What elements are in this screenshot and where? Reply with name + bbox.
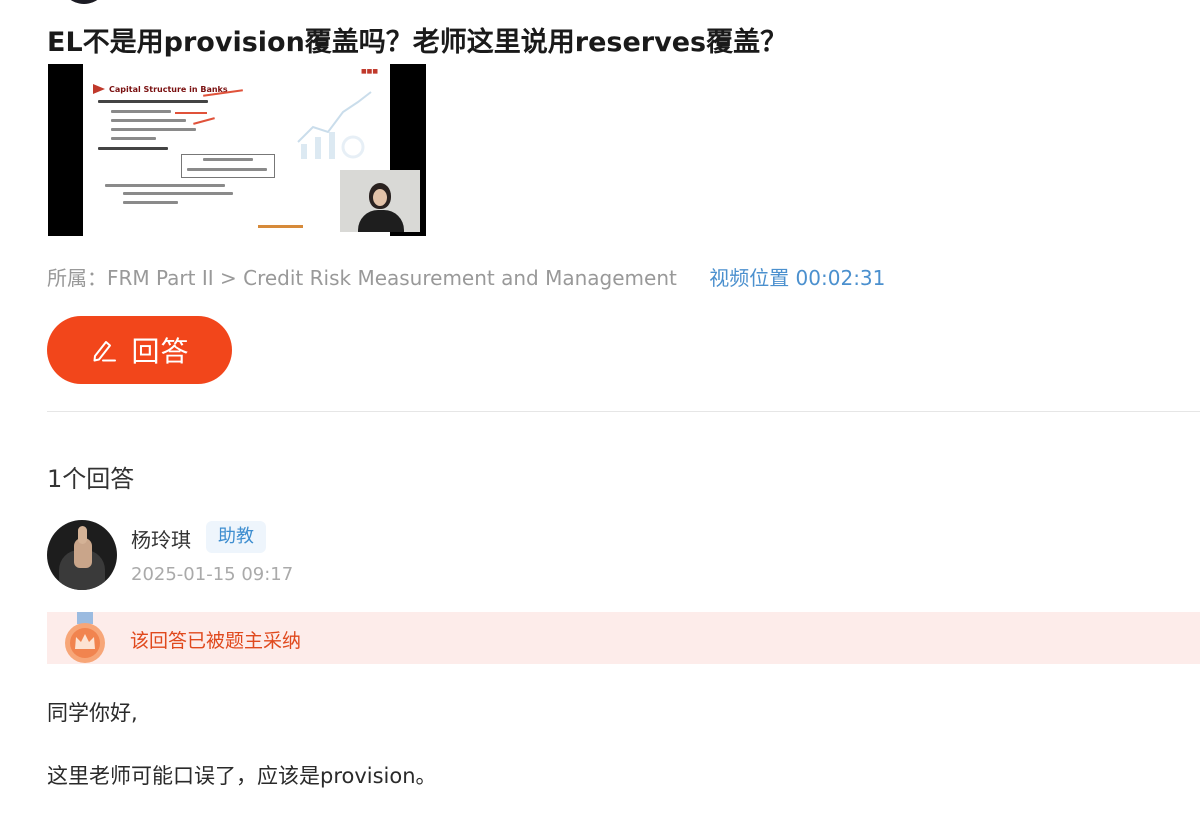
divider <box>47 411 1200 412</box>
avatar[interactable] <box>47 520 117 590</box>
slide-preview: Capital Structure in Banks ■■■ <box>83 64 420 236</box>
adopted-text: 该回答已被题主采纳 <box>130 630 302 652</box>
author-name[interactable]: 杨玲琪 <box>131 524 191 553</box>
slide-annotation <box>193 117 215 125</box>
question-meta: 所属：FRM Part II > Credit Risk Measurement… <box>47 262 885 291</box>
slide-text-line <box>105 184 225 187</box>
slide-text-line <box>98 147 168 150</box>
slide-text-line <box>111 128 196 131</box>
slide-arrow-icon <box>93 84 105 94</box>
answer-button[interactable]: 回答 <box>47 316 232 384</box>
adopted-banner: 该回答已被题主采纳 <box>47 612 1200 664</box>
answer-button-label: 回答 <box>131 335 190 368</box>
pencil-icon <box>93 341 117 362</box>
slide-text-line <box>203 158 253 161</box>
previous-user-avatar <box>60 0 108 4</box>
answer-timestamp: 2025-01-15 09:17 <box>131 564 294 585</box>
video-position-link[interactable]: 视频位置 00:02:31 <box>709 266 885 290</box>
slide-text-line <box>111 137 156 140</box>
slide-text-line <box>123 192 233 195</box>
slide-decoration <box>297 91 372 159</box>
role-badge: 助教 <box>206 521 266 553</box>
slide-text-line <box>111 119 186 122</box>
category-breadcrumb: 所属：FRM Part II > Credit Risk Measurement… <box>47 266 677 290</box>
answer-greeting: 同学你好, <box>47 701 138 725</box>
answer-body: 这里老师可能口误了，应该是provision。 <box>47 764 437 788</box>
question-title: EL不是用provision覆盖吗？老师这里说用reserves覆盖？ <box>47 27 788 58</box>
thumbs-up-icon <box>78 526 87 544</box>
slide-text-line <box>123 201 178 204</box>
slide-annotation <box>175 112 207 114</box>
teacher-video <box>340 170 420 232</box>
slide-text-line <box>98 100 208 103</box>
slide-title: Capital Structure in Banks <box>109 85 228 94</box>
crown-medal-icon <box>65 612 105 663</box>
slide-footer <box>258 225 303 228</box>
slide-text-line <box>187 168 267 171</box>
video-thumbnail[interactable]: Capital Structure in Banks ■■■ <box>48 64 426 236</box>
slide-text-line <box>111 110 171 113</box>
answer-count: 1个回答 <box>47 465 135 493</box>
